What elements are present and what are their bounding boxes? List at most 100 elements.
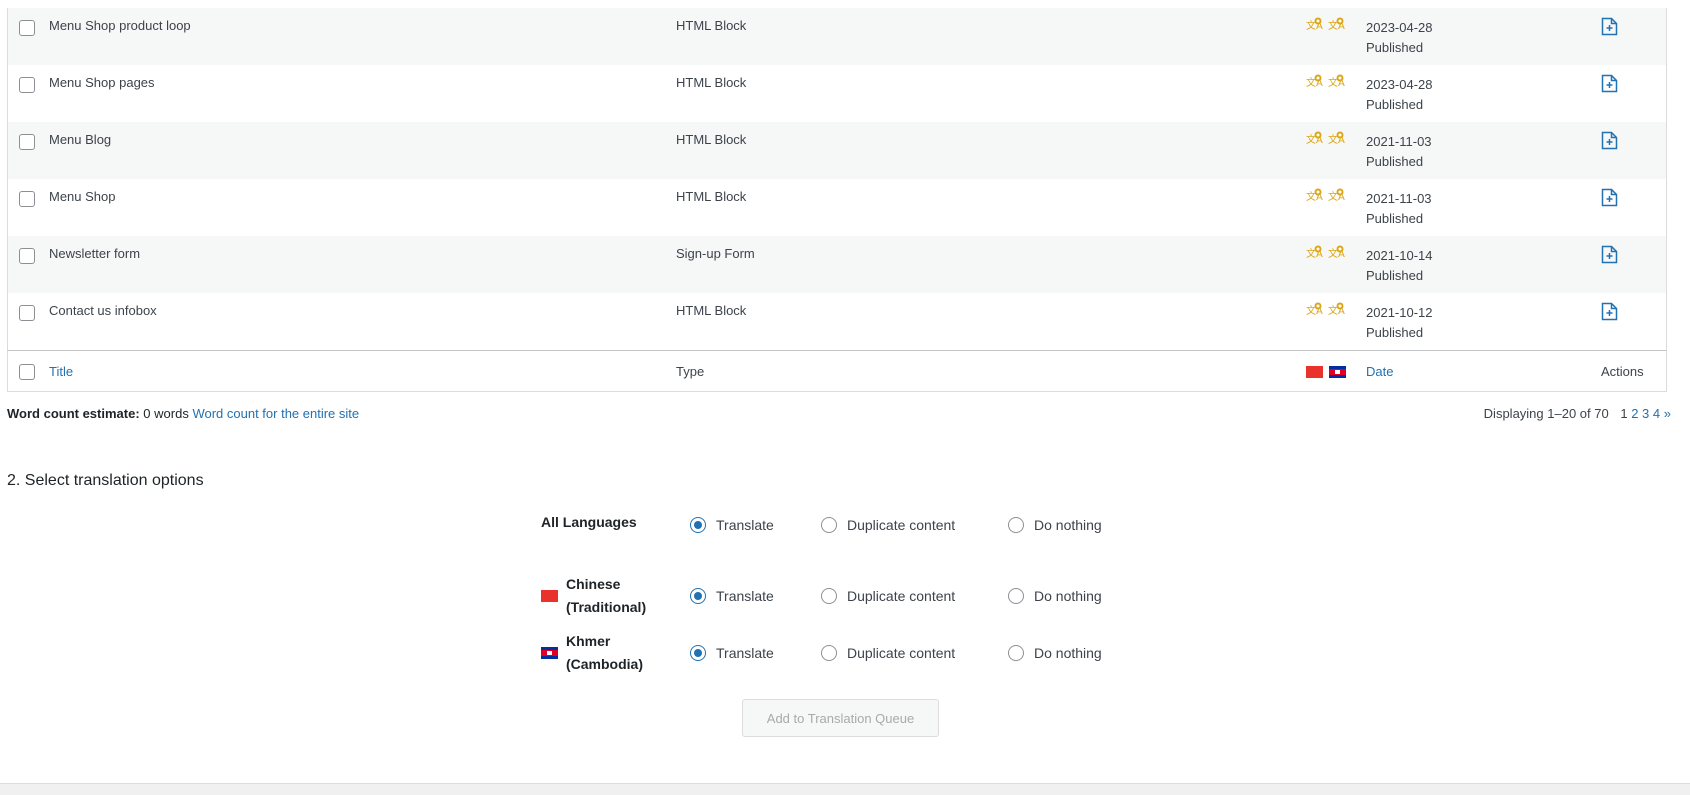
translate-needs-update-icon[interactable]: 文A bbox=[1306, 17, 1323, 33]
add-document-icon[interactable] bbox=[1601, 17, 1618, 39]
select-all-checkbox[interactable] bbox=[19, 364, 35, 380]
add-document-icon[interactable] bbox=[1601, 131, 1618, 153]
add-document-icon[interactable] bbox=[1601, 188, 1618, 210]
row-checkbox[interactable] bbox=[19, 191, 35, 207]
page-link-2[interactable]: 2 bbox=[1631, 406, 1638, 421]
row-date: 2021-10-14 Published bbox=[1366, 248, 1433, 283]
sort-title-link[interactable]: Title bbox=[49, 364, 73, 379]
row-title[interactable]: Menu Blog bbox=[49, 132, 111, 147]
page-next-link[interactable]: » bbox=[1664, 406, 1671, 421]
table-row: Menu Shop pages HTML Block 文A 文A 2023-04… bbox=[7, 65, 1667, 122]
cambodia-flag-icon bbox=[541, 647, 558, 659]
translation-status: 文A 文A bbox=[1306, 188, 1345, 204]
row-title[interactable]: Menu Shop product loop bbox=[49, 18, 191, 33]
translate-needs-update-icon[interactable]: 文A bbox=[1328, 17, 1345, 33]
all-duplicate-option[interactable]: Duplicate content bbox=[821, 516, 1008, 533]
language-flags bbox=[1306, 366, 1346, 378]
option-row-chinese: Chinese (Traditional) Translate Duplicat… bbox=[541, 573, 1102, 619]
translation-status: 文A 文A bbox=[1306, 74, 1345, 90]
page-current: 1 bbox=[1620, 406, 1628, 421]
row-title[interactable]: Contact us infobox bbox=[49, 303, 157, 318]
translate-needs-update-icon[interactable]: 文A bbox=[1306, 131, 1323, 147]
table-row: Menu Blog HTML Block 文A 文A 2021-11-03 Pub… bbox=[7, 122, 1667, 179]
chinese-nothing-option[interactable]: Do nothing bbox=[1008, 588, 1102, 604]
table-row: Menu Shop product loop HTML Block 文A 文A … bbox=[7, 8, 1667, 65]
option-row-khmer: Khmer (Cambodia) Translate Duplicate con… bbox=[541, 630, 1102, 676]
section-title: 2. Select translation options bbox=[7, 472, 204, 489]
china-flag-icon bbox=[541, 590, 558, 602]
add-to-translation-queue-button[interactable]: Add to Translation Queue bbox=[742, 699, 939, 737]
language-label-chinese: Chinese (Traditional) bbox=[541, 573, 690, 619]
khmer-duplicate-option[interactable]: Duplicate content bbox=[821, 645, 1008, 661]
cambodia-flag-icon bbox=[1329, 366, 1346, 378]
page-link-3[interactable]: 3 bbox=[1642, 406, 1649, 421]
chinese-translate-option[interactable]: Translate bbox=[690, 588, 821, 604]
row-title[interactable]: Menu Shop bbox=[49, 189, 116, 204]
table-row: Contact us infobox HTML Block 文A 文A 2021… bbox=[7, 293, 1667, 350]
table-footer: Title Type Date Actions bbox=[7, 350, 1667, 392]
radio-unchecked[interactable] bbox=[821, 588, 837, 604]
translate-needs-update-icon[interactable]: 文A bbox=[1328, 131, 1345, 147]
row-checkbox[interactable] bbox=[19, 77, 35, 93]
translate-needs-update-icon[interactable]: 文A bbox=[1306, 74, 1323, 90]
table-row: Newsletter form Sign-up Form 文A 文A 2021-… bbox=[7, 236, 1667, 293]
type-column-header: Type bbox=[676, 364, 705, 379]
row-type: HTML Block bbox=[676, 18, 747, 33]
translate-needs-update-icon[interactable]: 文A bbox=[1328, 188, 1345, 204]
translation-status: 文A 文A bbox=[1306, 302, 1345, 318]
documents-table: Menu Shop product loop HTML Block 文A 文A … bbox=[7, 8, 1667, 392]
translation-status: 文A 文A bbox=[1306, 17, 1345, 33]
page-link-4[interactable]: 4 bbox=[1653, 406, 1660, 421]
pagination-display: Displaying 1–20 of 70 bbox=[1483, 406, 1609, 421]
add-document-icon[interactable] bbox=[1601, 74, 1618, 96]
row-date: 2023-04-28 Published bbox=[1366, 77, 1433, 112]
language-label-all: All Languages bbox=[541, 514, 637, 530]
radio-unchecked[interactable] bbox=[821, 516, 837, 533]
row-checkbox[interactable] bbox=[19, 20, 35, 36]
all-nothing-option[interactable]: Do nothing bbox=[1008, 516, 1102, 533]
add-document-icon[interactable] bbox=[1601, 245, 1618, 267]
khmer-nothing-option[interactable]: Do nothing bbox=[1008, 645, 1102, 661]
add-document-icon[interactable] bbox=[1601, 302, 1618, 324]
translation-status: 文A 文A bbox=[1306, 131, 1345, 147]
row-title[interactable]: Menu Shop pages bbox=[49, 75, 155, 90]
khmer-translate-option[interactable]: Translate bbox=[690, 645, 821, 661]
row-checkbox[interactable] bbox=[19, 248, 35, 264]
footer-bar bbox=[0, 783, 1690, 795]
word-count: Word count estimate: 0 words Word count … bbox=[7, 406, 359, 421]
word-count-site-link[interactable]: Word count for the entire site bbox=[192, 406, 359, 421]
translate-needs-update-icon[interactable]: 文A bbox=[1328, 74, 1345, 90]
row-title[interactable]: Newsletter form bbox=[49, 246, 140, 261]
all-translate-option[interactable]: Translate bbox=[690, 516, 821, 533]
table-row: Menu Shop HTML Block 文A 文A 2021-11-03 Pub… bbox=[7, 179, 1667, 236]
word-count-label: Word count estimate: bbox=[7, 406, 140, 421]
row-date: 2023-04-28 Published bbox=[1366, 20, 1433, 55]
radio-checked[interactable] bbox=[690, 645, 706, 661]
sort-date-link[interactable]: Date bbox=[1366, 364, 1393, 379]
radio-unchecked[interactable] bbox=[1008, 516, 1024, 533]
radio-unchecked[interactable] bbox=[1008, 645, 1024, 661]
row-type: HTML Block bbox=[676, 132, 747, 147]
row-date: 2021-11-03 Published bbox=[1366, 191, 1432, 226]
translate-needs-update-icon[interactable]: 文A bbox=[1306, 188, 1323, 204]
radio-checked[interactable] bbox=[690, 516, 706, 533]
row-type: Sign-up Form bbox=[676, 246, 755, 261]
word-count-value: 0 words bbox=[143, 406, 189, 421]
translation-status: 文A 文A bbox=[1306, 245, 1345, 261]
translate-needs-update-icon[interactable]: 文A bbox=[1328, 302, 1345, 318]
radio-unchecked[interactable] bbox=[1008, 588, 1024, 604]
row-checkbox[interactable] bbox=[19, 305, 35, 321]
translate-needs-update-icon[interactable]: 文A bbox=[1306, 245, 1323, 261]
translate-needs-update-icon[interactable]: 文A bbox=[1328, 245, 1345, 261]
option-row-all: All Languages Translate Duplicate conten… bbox=[541, 514, 1102, 534]
language-label-khmer: Khmer (Cambodia) bbox=[541, 630, 690, 676]
pagination: Displaying 1–20 of 70 1 2 3 4 » bbox=[1484, 406, 1671, 421]
row-date: 2021-11-03 Published bbox=[1366, 134, 1432, 169]
radio-checked[interactable] bbox=[690, 588, 706, 604]
row-type: HTML Block bbox=[676, 303, 747, 318]
actions-column-header: Actions bbox=[1601, 364, 1644, 379]
translate-needs-update-icon[interactable]: 文A bbox=[1306, 302, 1323, 318]
row-checkbox[interactable] bbox=[19, 134, 35, 150]
chinese-duplicate-option[interactable]: Duplicate content bbox=[821, 588, 1008, 604]
radio-unchecked[interactable] bbox=[821, 645, 837, 661]
